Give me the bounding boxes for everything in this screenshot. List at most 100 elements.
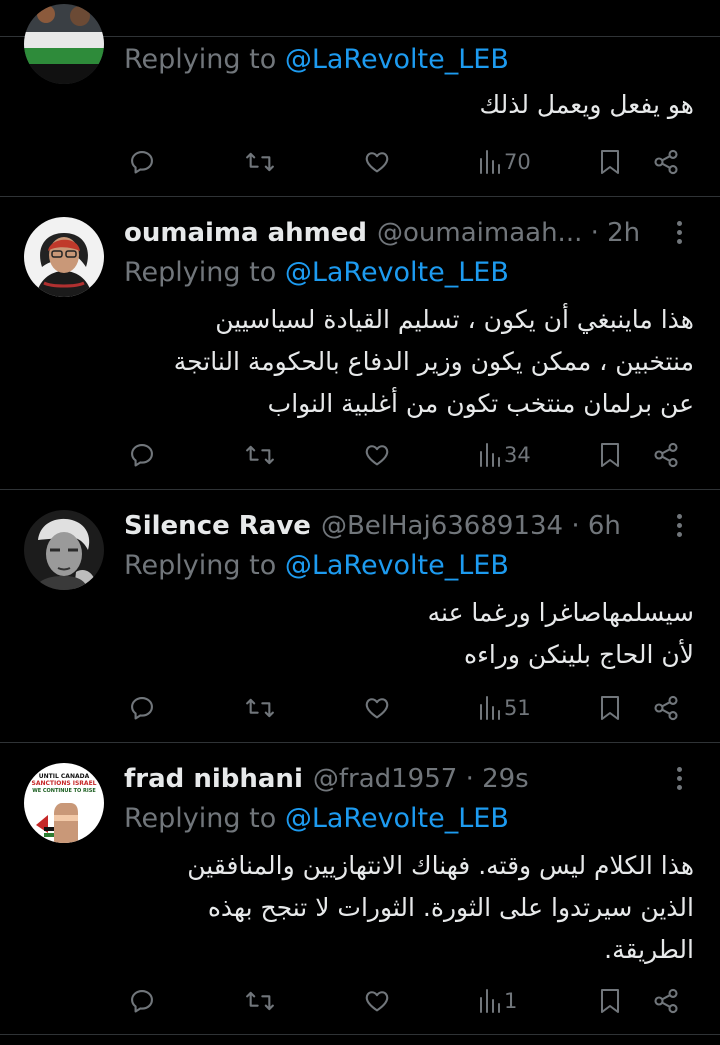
reply-button[interactable] (128, 142, 156, 182)
views-count: 70 (504, 150, 531, 174)
replying-to-label: Replying to (124, 257, 277, 288)
like-button[interactable] (362, 435, 392, 475)
more-button[interactable] (668, 508, 692, 544)
views-icon (480, 150, 500, 174)
mention-link[interactable]: @LaRevolte_LEB (285, 803, 509, 834)
bookmark-button[interactable] (598, 142, 622, 182)
tweet-text-line: هذا الكلام ليس وقته. فهناك الانتهازيين و… (187, 851, 694, 880)
replying-to-label: Replying to (124, 803, 277, 834)
share-icon (654, 695, 678, 721)
tweet-text-line: سيسلمهاصاغرا ورغما عنه (427, 598, 694, 627)
views-button[interactable]: 70 (478, 142, 531, 182)
like-button[interactable] (362, 142, 392, 182)
like-icon (365, 152, 389, 173)
bookmark-button[interactable] (598, 981, 622, 1021)
share-button[interactable] (652, 435, 680, 475)
avatar[interactable] (24, 4, 104, 84)
more-button[interactable] (668, 761, 692, 797)
share-icon (654, 442, 678, 468)
tweet-text: هذا الكلام ليس وقته. فهناك الانتهازيين و… (124, 845, 694, 971)
views-button[interactable]: 34 (478, 435, 531, 475)
retweet-button[interactable] (244, 142, 276, 182)
display-name[interactable]: Silence Rave (124, 511, 311, 541)
like-icon (365, 698, 389, 719)
reply-button[interactable] (128, 688, 156, 728)
bookmark-icon (601, 989, 619, 1013)
share-button[interactable] (652, 142, 680, 182)
tweet[interactable]: Replying to @LaRevolte_LEB هو يفعل ويعمل… (0, 0, 720, 197)
avatar-text-line: WE CONTINUE TO RISE (32, 788, 96, 794)
reply-icon (131, 444, 153, 467)
tweet-text-line: لأن الحاج بلينكن وراءه (463, 640, 694, 669)
bookmark-icon (601, 443, 619, 467)
retweet-icon (246, 698, 274, 718)
tweet-text-line: عن برلمان منتخب تكون من أغلبية النواب (267, 389, 694, 418)
retweet-icon (246, 991, 274, 1011)
retweet-icon (246, 152, 274, 172)
tweet-text-line: هو يفعل ويعمل لذلك (479, 90, 694, 119)
reply-icon (131, 990, 153, 1013)
mention-link[interactable]: @LaRevolte_LEB (285, 550, 509, 581)
tweet-text: هذا ماينبغي أن يكون ، تسليم القيادة لسيا… (124, 299, 694, 425)
action-bar: 34 (0, 435, 720, 475)
more-button[interactable] (668, 215, 692, 251)
bookmark-button[interactable] (598, 688, 622, 728)
avatar[interactable]: UNTIL CANADA SANCTIONS ISRAEL WE CONTINU… (24, 763, 104, 843)
replying-to-label: Replying to (124, 550, 277, 581)
display-name[interactable]: frad nibhani (124, 764, 303, 794)
tweet[interactable]: oumaima ahmed @oumaimaah... · 2h Replyin… (0, 197, 720, 490)
avatar[interactable] (24, 217, 104, 297)
handle-and-time[interactable]: @oumaimaah... · 2h (377, 218, 640, 248)
share-button[interactable] (652, 688, 680, 728)
avatar-text-line: UNTIL CANADA (39, 773, 90, 780)
handle-and-time[interactable]: @BelHaj63689134 · 6h (321, 511, 621, 541)
retweet-button[interactable] (244, 435, 276, 475)
like-button[interactable] (362, 688, 392, 728)
reply-button[interactable] (128, 435, 156, 475)
tweet-text-line: هذا ماينبغي أن يكون ، تسليم القيادة لسيا… (215, 305, 694, 334)
views-icon (480, 696, 500, 720)
divider (0, 1034, 720, 1035)
views-button[interactable]: 51 (478, 688, 531, 728)
retweet-button[interactable] (244, 981, 276, 1021)
tweet-header: Silence Rave @BelHaj63689134 · 6h (124, 508, 644, 544)
reply-icon (131, 697, 153, 720)
mention-link[interactable]: @LaRevolte_LEB (285, 257, 509, 288)
display-name[interactable]: oumaima ahmed (124, 218, 367, 248)
reply-icon (131, 151, 153, 174)
retweet-icon (246, 445, 274, 465)
tweet[interactable]: Silence Rave @BelHaj63689134 · 6h Replyi… (0, 490, 720, 743)
views-count: 51 (504, 696, 531, 720)
views-icon (480, 443, 500, 467)
tweet[interactable]: UNTIL CANADA SANCTIONS ISRAEL WE CONTINU… (0, 743, 720, 1035)
mention-link[interactable]: @LaRevolte_LEB (285, 44, 509, 75)
views-count: 1 (504, 989, 518, 1013)
tweet-header: frad nibhani @frad1957 · 29s (124, 761, 644, 797)
replying-to: Replying to @LaRevolte_LEB (124, 44, 509, 75)
avatar[interactable] (24, 510, 104, 590)
action-bar: 51 (0, 688, 720, 728)
share-button[interactable] (652, 981, 680, 1021)
views-count: 34 (504, 443, 531, 467)
avatar-text-line: SANCTIONS ISRAEL (32, 780, 97, 787)
replying-to: Replying to @LaRevolte_LEB (124, 550, 509, 581)
action-bar: 1 (0, 981, 720, 1021)
replying-to: Replying to @LaRevolte_LEB (124, 257, 509, 288)
tweet-header: oumaima ahmed @oumaimaah... · 2h (124, 215, 644, 251)
retweet-button[interactable] (244, 688, 276, 728)
like-icon (365, 445, 389, 466)
replying-to-label: Replying to (124, 44, 277, 75)
reply-button[interactable] (128, 981, 156, 1021)
bookmark-icon (601, 696, 619, 720)
tweet-text-line: الطريقة. (604, 935, 694, 964)
tweet-text-line: منتخبين ، ممكن يكون وزير الدفاع بالحكومة… (173, 347, 694, 376)
share-icon (654, 149, 678, 175)
like-button[interactable] (362, 981, 392, 1021)
handle-and-time[interactable]: @frad1957 · 29s (313, 764, 529, 794)
views-button[interactable]: 1 (478, 981, 517, 1021)
share-icon (654, 988, 678, 1014)
bookmark-button[interactable] (598, 435, 622, 475)
tweet-text: هو يفعل ويعمل لذلك (124, 84, 694, 126)
tweet-text-line: الذين سيرتدوا على الثورة. الثورات لا تنج… (207, 893, 694, 922)
views-icon (480, 989, 500, 1013)
